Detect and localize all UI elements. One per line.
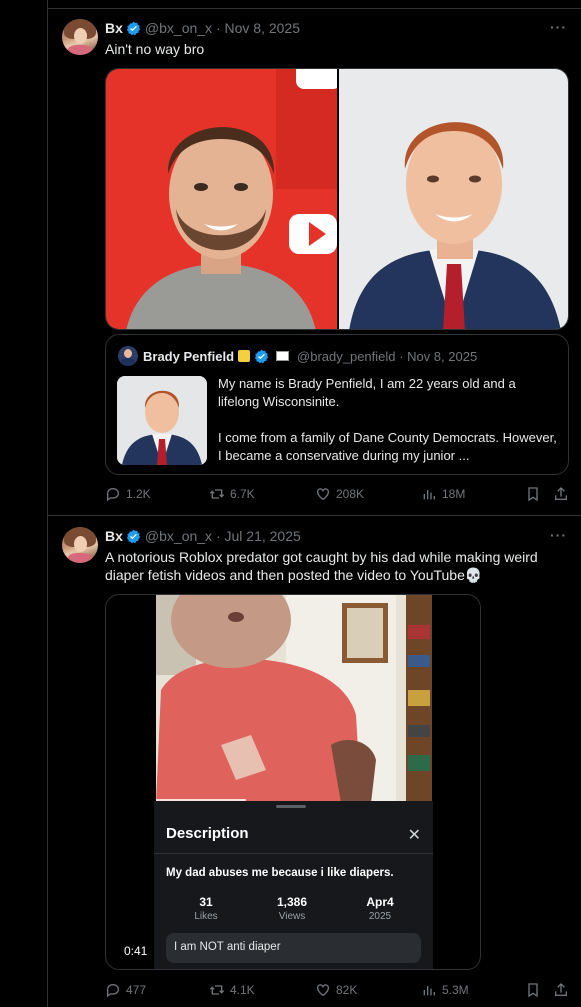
quoted-tweet-header: Brady Penfield @brady_penfield · Nov 8, … [118,346,477,366]
tweet-1[interactable]: Bx @bx_on_x · Nov 8, 2025 ··· Ain't no w… [48,0,581,515]
more-icon[interactable]: ··· [550,527,567,543]
stat-value: 1,386 [276,895,308,909]
stat-value: Apr4 [366,895,394,909]
repost-count: 4.1K [230,983,255,997]
repost-count: 6.7K [230,487,255,501]
description-panel: Description ✕ My dad abuses me because i… [154,801,433,969]
quoted-thumbnail[interactable] [117,376,207,465]
views-icon [423,986,435,996]
like-button[interactable]: 208K [315,486,364,502]
verified-badge-icon [126,529,141,543]
quoted-handle-date[interactable]: @brady_penfield · Nov 8, 2025 [297,349,477,364]
stat-label: Likes [194,911,218,922]
like-button[interactable]: 82K [315,982,357,998]
views-button[interactable]: 18M [421,486,465,502]
repost-button[interactable]: 6.7K [209,486,255,502]
quoted-author-name[interactable]: Brady Penfield [143,349,234,364]
quoted-text-paragraph-2: I come from a family of Dane County Demo… [218,430,557,463]
reply-icon [107,487,120,502]
repost-icon [209,489,225,499]
author-name[interactable]: Bx [105,528,123,544]
share-button[interactable] [553,982,569,1003]
bookmark-button[interactable] [525,486,541,507]
description-title: Description [166,825,249,842]
stat-views: 1,386 Views [257,895,327,922]
flag-icon [276,351,290,361]
like-icon [317,984,329,997]
stat-value: 31 [199,895,213,909]
tweet-image-grid[interactable] [105,68,569,330]
quoted-avatar[interactable] [118,346,138,366]
author-handle-date[interactable]: @bx_on_x · Jul 21, 2025 [145,528,301,544]
tweet-text: Ain't no way bro [105,41,205,57]
avatar[interactable] [62,527,98,563]
share-icon [555,983,567,996]
quoted-text-paragraph-1: My name is Brady Penfield, I am 22 years… [218,376,516,409]
tweet-header: Bx @bx_on_x · Nov 8, 2025 [105,18,300,38]
stat-date: Apr4 2025 [345,895,415,922]
reply-button[interactable]: 477 [105,982,146,998]
share-button[interactable] [553,486,569,507]
views-count: 5.3M [442,983,469,997]
reply-button[interactable]: 1.2K [105,486,151,502]
repost-button[interactable]: 4.1K [209,982,255,998]
divider [154,853,433,854]
bookmark-icon [528,983,538,998]
stat-label: Views [278,911,306,922]
image-right[interactable] [339,69,569,330]
video-timestamp: 0:41 [124,944,148,958]
tweet-actions: 477 4.1K 82K 5.3M [105,982,570,1000]
affiliate-badge-icon [238,350,251,362]
video-frame [156,595,432,803]
quoted-text: My name is Brady Penfield, I am 22 years… [218,375,558,465]
stat-likes: 31 Likes [171,895,241,922]
reply-count: 477 [126,983,147,997]
reply-icon [107,983,120,998]
verified-badge-icon [126,21,141,35]
description-text: My dad abuses me because i like diapers. [166,867,394,879]
left-rail [0,0,48,1007]
verified-badge-icon [254,349,269,363]
image-left[interactable] [106,69,337,330]
avatar[interactable] [62,19,98,55]
tweet-header: Bx @bx_on_x · Jul 21, 2025 [105,526,301,546]
tweet-video[interactable]: Description ✕ My dad abuses me because i… [105,594,481,970]
drag-handle[interactable] [276,805,306,808]
author-handle-date[interactable]: @bx_on_x · Nov 8, 2025 [145,20,300,36]
tweet-text: A notorious Roblox predator got caught b… [105,549,538,583]
timeline-feed: Bx @bx_on_x · Nov 8, 2025 ··· Ain't no w… [48,0,581,1007]
more-icon[interactable]: ··· [550,19,567,35]
reply-count: 1.2K [126,487,151,501]
bookmark-icon [528,487,538,502]
views-count: 18M [442,487,466,501]
bookmark-button[interactable] [525,982,541,1003]
comment-box: I am NOT anti diaper [166,933,421,963]
tweet-2[interactable]: Bx @bx_on_x · Jul 21, 2025 ··· A notorio… [48,516,581,1007]
like-icon [317,488,329,501]
tweet-actions: 1.2K 6.7K 208K 18M [105,486,570,504]
close-icon[interactable]: ✕ [408,825,421,845]
like-count: 82K [336,983,358,997]
author-name[interactable]: Bx [105,20,123,36]
stat-label: 2025 [368,911,392,922]
share-icon [555,487,567,500]
repost-icon [209,985,225,995]
quoted-tweet[interactable]: Brady Penfield @brady_penfield · Nov 8, … [105,334,569,475]
like-count: 208K [336,487,365,501]
views-button[interactable]: 5.3M [421,982,469,998]
views-icon [423,490,435,500]
